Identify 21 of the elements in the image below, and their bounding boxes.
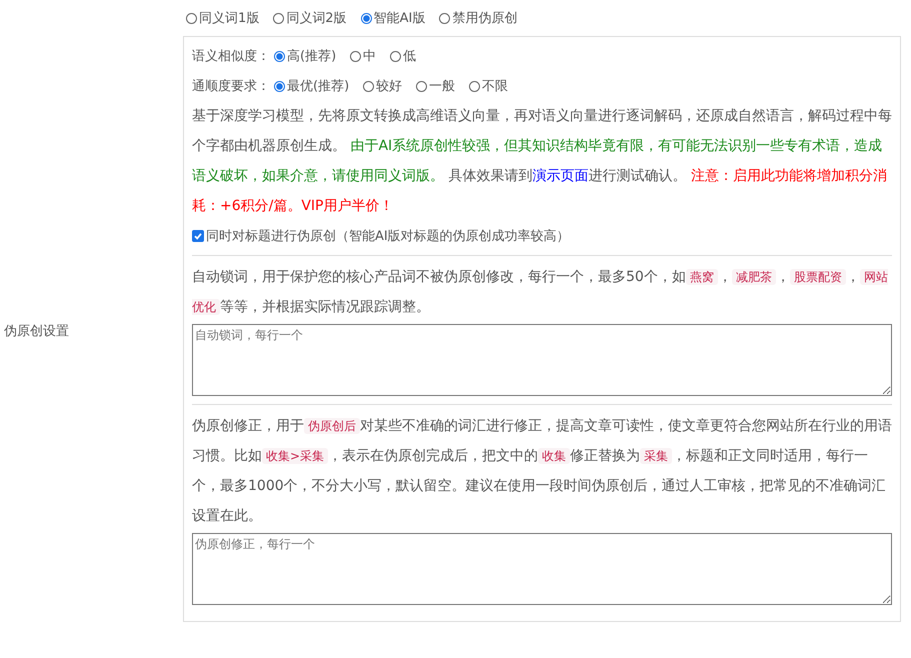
- option-radio[interactable]: 较好: [363, 77, 402, 95]
- option-radio[interactable]: 不限: [469, 77, 508, 95]
- setting-label: 语义相似度：: [192, 48, 270, 65]
- option-radio[interactable]: 高(推荐): [274, 47, 336, 65]
- lock-words-field[interactable]: 自动锁词，每行一个: [192, 324, 892, 396]
- lock-words-description: 自动锁词，用于保护您的核心产品词不被伪原创修改，每行一个，最多50个，如 燕窝 ， 减肥茶 ， 股票配资 ， 网站优化 等等，并根据实际情况跟踪调整。: [192, 268, 889, 317]
- option-radio[interactable]: 低: [390, 47, 416, 65]
- title-checkbox[interactable]: 同时对标题进行伪原创（智能AI版对标题的伪原创成功率较高）: [192, 221, 892, 251]
- demo-link[interactable]: 演示页面: [532, 168, 588, 184]
- mode-radio[interactable]: 同义词1版: [186, 9, 260, 27]
- mode-radio[interactable]: 同义词2版: [273, 9, 347, 27]
- option-radio[interactable]: 中: [350, 47, 376, 65]
- setting-label: 通顺度要求：: [192, 78, 270, 95]
- mode-radio[interactable]: 禁用伪原创: [439, 9, 518, 27]
- corrections-field[interactable]: 伪原创修正，每行一个: [192, 533, 892, 605]
- option-radio[interactable]: 最优(推荐): [274, 77, 350, 95]
- ai-description: 基于深度学习模型，先将原文转换成高维语义向量，再对语义向量进行逐词解码，还原成自然语言，解码过程中每个字都由机器原创生成。 由于AI系统原创性较强，但其知识结构毕竟有限，有可能无法识别一些专有术语，造成语义破坏，如果介意，请使用同义词版。 具体效果请到演示页面进行测试确认。 注意：启用此功能将增加积分消耗：+6积分/篇。VIP用户半价！: [192, 107, 892, 216]
- section-label: 伪原创设置: [4, 323, 69, 340]
- corrections-description: 伪原创修正，用于 伪原创后 对某些不准确的词汇进行修正，提高文章可读性，使文章更符合您网站所在行业的用语习惯。比如 收集>采集 ，表示在伪原创完成后，把文中的 收集 修正替换为 采集 ，标题和正文同时适用，每行一个，最多1000个，不分大小写，默认留空。建议在使用一段时间伪原创后，通过人工审核，把常见的不准确词汇设置在此。: [192, 417, 892, 526]
- mode-radio[interactable]: 智能AI版: [360, 9, 426, 27]
- option-radio[interactable]: 一般: [416, 77, 456, 95]
